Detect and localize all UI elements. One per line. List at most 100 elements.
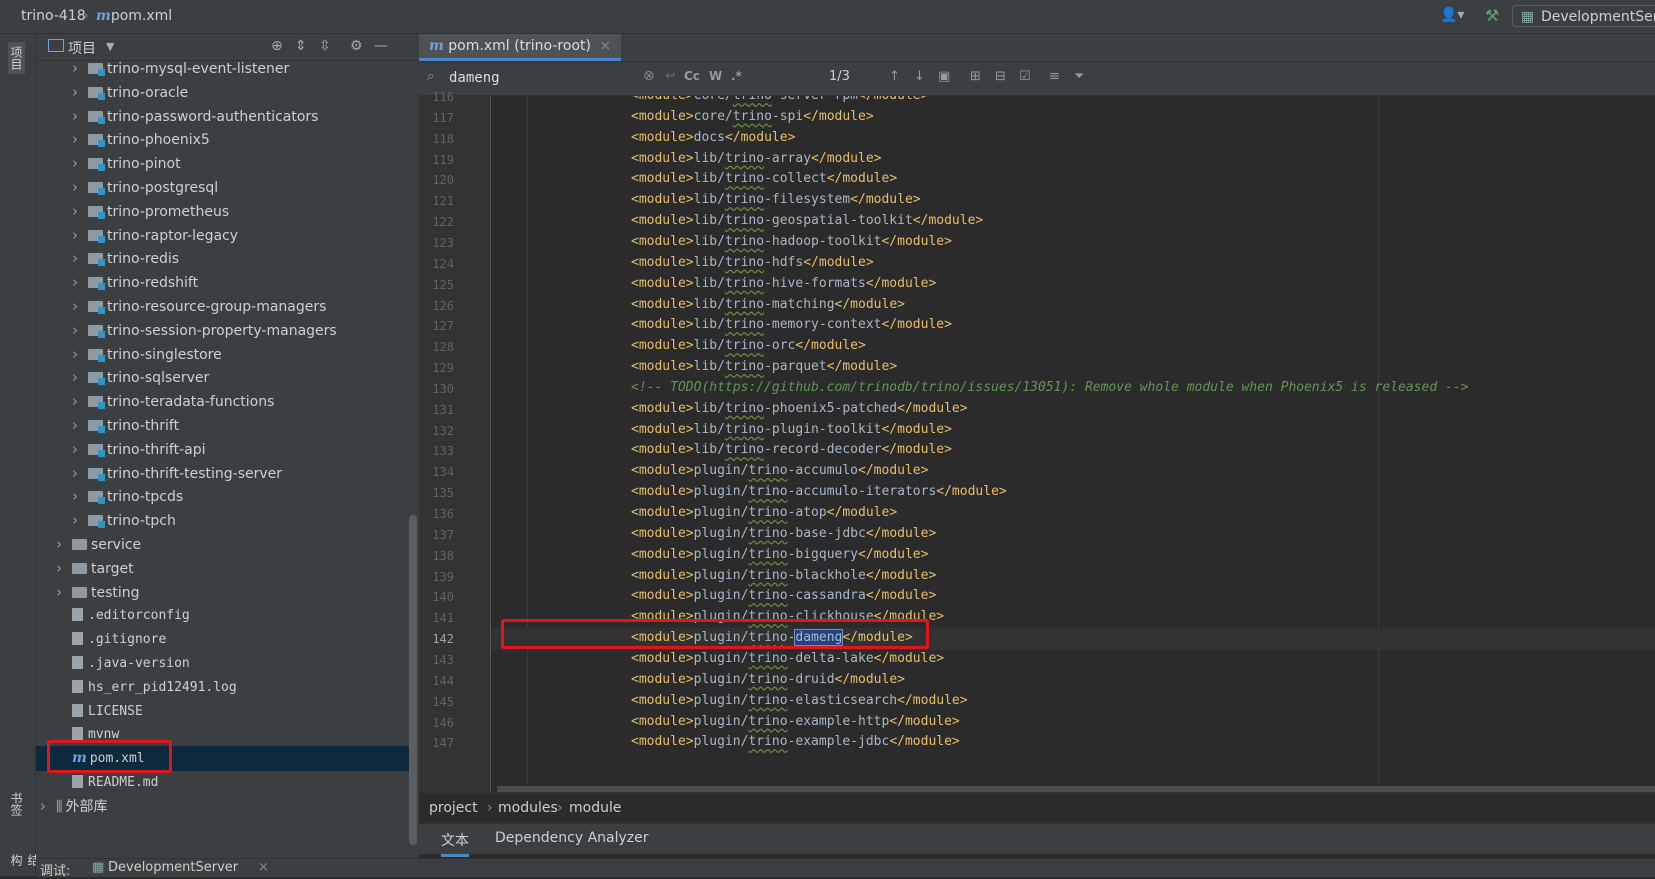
code-line[interactable]: <module>lib/trino-geospatial-toolkit</mo… — [631, 213, 983, 228]
folder-tree-item[interactable]: › trino-redis — [72, 246, 391, 271]
select-all-occurrences-icon[interactable]: ▣ — [938, 69, 950, 84]
chevron-right-icon[interactable]: › — [72, 246, 88, 271]
file-tree-item[interactable]: .java-version — [56, 651, 391, 676]
search-icon[interactable]: ⌕ — [427, 69, 434, 84]
match-case-toggle[interactable]: Cc — [684, 69, 700, 83]
chevron-right-icon[interactable]: › — [72, 508, 88, 533]
chevron-right-icon[interactable]: › — [72, 389, 88, 414]
folder-tree-item[interactable]: › trino-resource-group-managers — [72, 294, 391, 319]
tab-text[interactable]: 文本 — [441, 830, 469, 857]
bookmarks-tool-tab[interactable]: 书签 — [8, 792, 25, 816]
chevron-right-icon[interactable]: › — [72, 294, 88, 319]
code-line[interactable]: <module>plugin/trino-atop</module> — [631, 505, 897, 520]
new-line-icon[interactable]: ↵ — [665, 68, 677, 84]
folder-tree-item[interactable]: › trino-phoenix5 — [72, 127, 391, 152]
chevron-right-icon[interactable]: › — [72, 484, 88, 509]
user-account-icon[interactable]: 👤▾ — [1440, 7, 1464, 23]
chevron-right-icon[interactable]: › — [72, 318, 88, 343]
chevron-right-icon[interactable]: › — [72, 199, 88, 224]
project-tool-tab[interactable]: 项目 — [8, 42, 25, 74]
code-line[interactable]: <module>plugin/trino-accumulo-iterators<… — [631, 484, 1007, 499]
code-line[interactable]: <module>plugin/trino-elasticsearch</modu… — [631, 693, 968, 708]
code-line[interactable]: <module>lib/trino-memory-context</module… — [631, 317, 952, 332]
code-line[interactable]: <module>lib/trino-array</module> — [631, 151, 882, 166]
whole-words-toggle[interactable]: W — [709, 69, 722, 83]
code-line[interactable]: <module>plugin/trino-cassandra</module> — [631, 588, 936, 603]
previous-match-icon[interactable]: ↑ — [889, 69, 900, 84]
code-line[interactable]: <module>docs</module> — [631, 130, 795, 145]
run-configuration-select[interactable]: ▦ DevelopmentServer — [1512, 5, 1655, 27]
file-tree-item[interactable]: .editorconfig — [56, 603, 391, 628]
breadcrumb-project[interactable]: trino-418 — [21, 8, 86, 24]
breadcrumb-modules-tag[interactable]: modules — [498, 800, 558, 816]
chevron-right-icon[interactable]: › — [72, 461, 88, 486]
folder-tree-item[interactable]: › trino-thrift — [72, 413, 391, 438]
folder-tree-item[interactable]: › trino-thrift-testing-server — [72, 461, 391, 486]
code-line[interactable]: <module>plugin/trino-base-jdbc</module> — [631, 526, 936, 541]
debug-config-tab[interactable]: DevelopmentServer — [108, 860, 238, 875]
file-tree-item[interactable]: .gitignore — [56, 627, 391, 652]
folder-tree-item[interactable]: › trino-pinot — [72, 151, 391, 176]
code-line[interactable]: <module>lib/trino-orc</module> — [631, 338, 866, 353]
folder-tree-item[interactable]: › trino-raptor-legacy — [72, 223, 391, 248]
code-line[interactable]: <module>lib/trino-plugin-toolkit</module… — [631, 422, 952, 437]
code-line[interactable]: <module>core/trino-server-rpm</module> — [631, 96, 928, 103]
add-occurrence-icon[interactable]: ⊞ — [970, 69, 981, 84]
folder-tree-item[interactable]: › service — [56, 532, 391, 557]
breadcrumb-module-tag[interactable]: module — [569, 800, 621, 816]
tab-pom-xml[interactable]: m pom.xml (trino-root) × — [419, 34, 622, 61]
close-icon[interactable]: × — [599, 38, 611, 54]
folder-tree-item[interactable]: › target — [56, 556, 391, 581]
file-tree-item[interactable]: hs_err_pid12491.log — [56, 675, 391, 700]
code-line[interactable]: <module>lib/trino-matching</module> — [631, 297, 905, 312]
chevron-right-icon[interactable]: › — [56, 532, 72, 557]
close-icon[interactable]: × — [258, 860, 269, 875]
code-line[interactable]: <module>plugin/trino-example-http</modul… — [631, 714, 960, 729]
code-line[interactable]: <module>core/trino-spi</module> — [631, 109, 874, 124]
folder-tree-item[interactable]: › trino-password-authenticators — [72, 104, 391, 129]
chevron-right-icon[interactable]: › — [72, 437, 88, 462]
filter-lines-icon[interactable]: ≡ — [1049, 69, 1060, 84]
chevron-right-icon[interactable]: › — [72, 80, 88, 105]
tab-dependency-analyzer[interactable]: Dependency Analyzer — [495, 830, 649, 846]
next-match-icon[interactable]: ↓ — [914, 69, 925, 84]
chevron-right-icon[interactable]: › — [72, 151, 88, 176]
search-input[interactable] — [449, 68, 649, 88]
file-tree-item[interactable]: README.md — [56, 770, 391, 795]
code-line[interactable]: <module>plugin/trino-druid</module> — [631, 672, 905, 687]
code-line[interactable]: <module>lib/trino-hive-formats</module> — [631, 276, 936, 291]
folder-tree-item[interactable]: › trino-tpch — [72, 508, 391, 533]
code-line[interactable]: <!-- TODO(https://github.com/trinodb/tri… — [631, 380, 1468, 395]
chevron-right-icon[interactable]: › — [72, 104, 88, 129]
code-line[interactable]: <module>plugin/trino-delta-lake</module> — [631, 651, 944, 666]
chevron-right-icon[interactable]: › — [72, 365, 88, 390]
chevron-right-icon[interactable]: › — [72, 223, 88, 248]
folder-tree-item[interactable]: › trino-mysql-event-listener — [72, 56, 391, 81]
chevron-right-icon[interactable]: › — [72, 56, 88, 81]
code-line[interactable]: <module>lib/trino-parquet</module> — [631, 359, 897, 374]
folder-tree-item[interactable]: › trino-thrift-api — [72, 437, 391, 462]
folder-tree-item[interactable]: › trino-session-property-managers — [72, 318, 391, 343]
folder-tree-item[interactable]: › trino-singlestore — [72, 342, 391, 367]
remove-occurrence-icon[interactable]: ⊟ — [995, 69, 1006, 84]
code-area[interactable]: <module>core/trino-server-rpm</module> <m… — [491, 96, 1655, 792]
breadcrumb-file[interactable]: mpom.xml — [96, 8, 172, 24]
folder-tree-item[interactable]: › trino-teradata-functions — [72, 389, 391, 414]
folder-tree-item[interactable]: › trino-sqlserver — [72, 365, 391, 390]
code-line[interactable]: <module>lib/trino-hdfs</module> — [631, 255, 874, 270]
chevron-right-icon[interactable]: › — [72, 175, 88, 200]
code-line[interactable]: <module>plugin/trino-accumulo</module> — [631, 463, 928, 478]
regex-toggle[interactable]: .* — [731, 69, 742, 83]
chevron-right-icon[interactable]: › — [56, 556, 72, 581]
chevron-right-icon[interactable]: › — [72, 270, 88, 295]
folder-tree-item[interactable]: › trino-postgresql — [72, 175, 391, 200]
folder-tree-item[interactable]: › trino-redshift — [72, 270, 391, 295]
code-line[interactable]: <module>plugin/trino-bigquery</module> — [631, 547, 928, 562]
folder-tree-item[interactable]: › trino-oracle — [72, 80, 391, 105]
chevron-right-icon[interactable]: › — [72, 413, 88, 438]
code-line[interactable]: <module>plugin/trino-blackhole</module> — [631, 568, 936, 583]
code-line[interactable]: <module>lib/trino-filesystem</module> — [631, 192, 921, 207]
chevron-right-icon[interactable]: › — [72, 127, 88, 152]
external-libraries-item[interactable]: › ⫼ 外部库 — [40, 794, 391, 819]
clear-search-icon[interactable]: ⊗ — [643, 68, 655, 84]
